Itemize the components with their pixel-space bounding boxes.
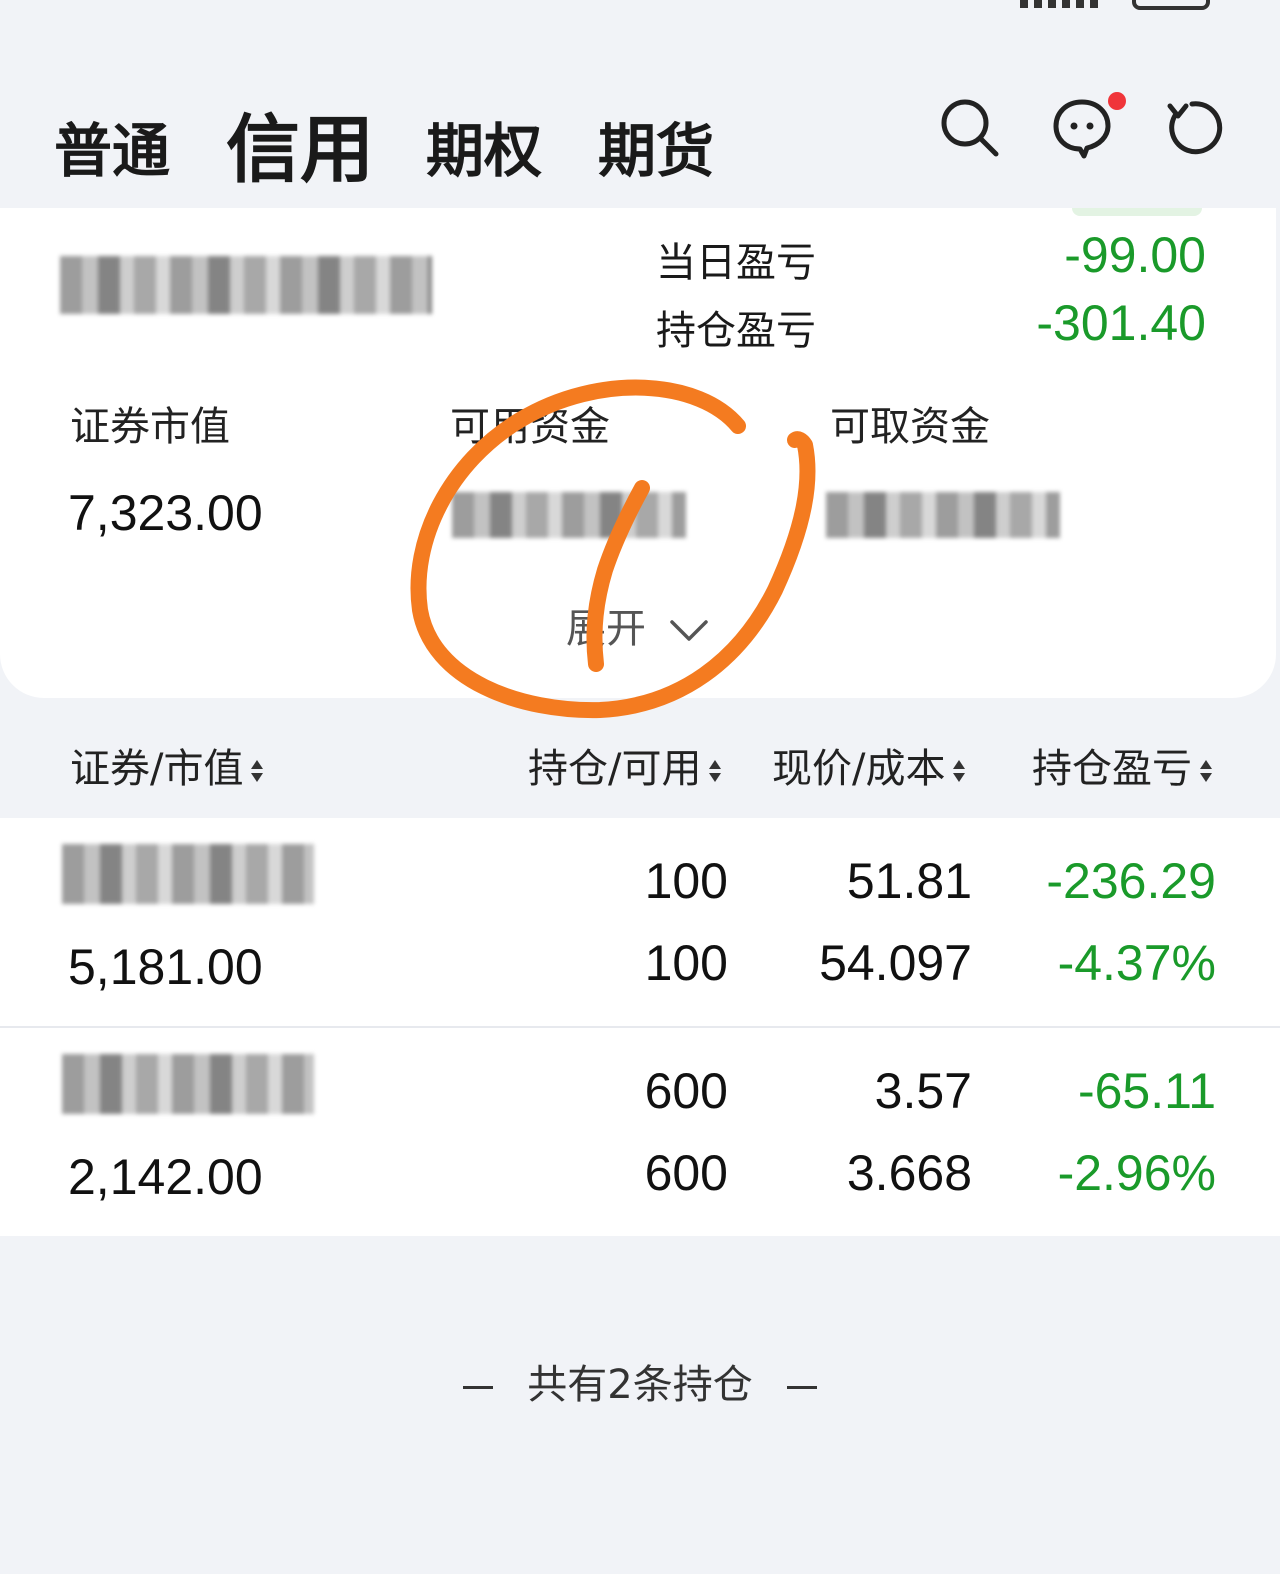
positions-screen: 普通 信用 期权 期货 当日盈亏 -99.00 持仓盈亏 -301.40 证券市… — [0, 0, 1280, 1574]
sort-icon — [1200, 758, 1212, 784]
sort-icon — [709, 758, 722, 784]
message-icon[interactable] — [1050, 92, 1126, 160]
card-top-edge — [1072, 208, 1202, 216]
dash-right — [786, 1385, 817, 1389]
header-label: 持仓盈亏 — [1032, 746, 1192, 792]
daily-pnl-label: 当日盈亏 — [656, 240, 816, 286]
row-market-value: 2,142.00 — [68, 1149, 263, 1205]
market-value-label: 证券市值 — [70, 404, 230, 450]
search-icon[interactable] — [938, 96, 1002, 160]
expand-label: 展开 — [566, 606, 646, 652]
sort-holding-available[interactable]: 持仓/可用 — [528, 736, 722, 794]
sort-icon — [251, 758, 264, 784]
dash-left — [463, 1385, 494, 1389]
tab-options[interactable]: 期权 — [426, 104, 542, 188]
sort-position-pnl[interactable]: 持仓盈亏 — [1032, 736, 1212, 794]
tab-normal[interactable]: 普通 — [54, 104, 170, 188]
tab-credit[interactable]: 信用 — [226, 90, 374, 197]
sort-icon — [953, 758, 966, 784]
row-holding: 600 — [644, 1063, 728, 1119]
positions-table-header: 证券/市值 持仓/可用 现价/成本 持仓盈亏 — [0, 700, 1280, 816]
redacted-security-name — [62, 1054, 314, 1114]
position-pnl-label: 持仓盈亏 — [656, 308, 816, 354]
header-label: 持仓/可用 — [528, 746, 702, 792]
row-pnl: -236.29 — [1046, 853, 1216, 909]
withdrawable-funds-label: 可取资金 — [830, 404, 990, 450]
position-pnl-value: -301.40 — [1036, 295, 1206, 351]
signal-icon — [1020, 0, 1100, 8]
redacted-account-name — [60, 256, 432, 314]
header-label: 现价/成本 — [772, 746, 946, 792]
row-holding: 100 — [644, 853, 728, 909]
positions-count-text: 共有2条持仓 — [527, 1362, 753, 1408]
sort-security-value[interactable]: 证券/市值 — [70, 736, 264, 794]
available-funds-label: 可用资金 — [450, 404, 610, 450]
header-label: 证券/市值 — [70, 746, 244, 792]
battery-icon — [1132, 0, 1210, 10]
daily-pnl-value: -99.00 — [1064, 227, 1206, 283]
position-row[interactable]: 5,181.00 100 100 51.81 54.097 -236.29 -4… — [0, 818, 1280, 1026]
position-row[interactable]: 2,142.00 600 600 3.57 3.668 -65.11 -2.96… — [0, 1028, 1280, 1236]
account-summary-card: 当日盈亏 -99.00 持仓盈亏 -301.40 证券市值 可用资金 可取资金 … — [0, 208, 1276, 698]
status-bar — [0, 0, 1280, 20]
account-type-tabs: 普通 信用 期权 期货 — [0, 60, 1280, 200]
row-cost: 54.097 — [819, 935, 972, 991]
chevron-down-icon — [669, 620, 708, 641]
row-cost: 3.668 — [846, 1145, 972, 1201]
refresh-icon[interactable] — [1162, 96, 1226, 160]
row-price: 51.81 — [846, 853, 972, 909]
row-pnl-percent: -2.96% — [1057, 1145, 1216, 1201]
redacted-security-name — [62, 844, 314, 904]
row-pnl-percent: -4.37% — [1057, 935, 1216, 991]
redacted-withdrawable-funds — [826, 492, 1060, 538]
expand-button[interactable]: 展开 — [566, 596, 709, 654]
row-available: 600 — [644, 1145, 728, 1201]
row-price: 3.57 — [874, 1063, 972, 1119]
row-market-value: 5,181.00 — [68, 939, 263, 995]
row-available: 100 — [644, 935, 728, 991]
market-value: 7,323.00 — [68, 485, 263, 541]
notification-badge — [1108, 92, 1126, 110]
positions-count-footer: 共有2条持仓 — [0, 1352, 1280, 1410]
tab-futures[interactable]: 期货 — [598, 104, 714, 188]
redacted-available-funds — [452, 492, 686, 538]
sort-price-cost[interactable]: 现价/成本 — [772, 736, 966, 794]
row-pnl: -65.11 — [1077, 1063, 1216, 1119]
